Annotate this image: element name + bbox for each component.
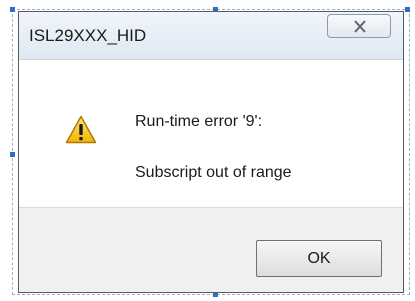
selection-handle-top-right[interactable] xyxy=(405,7,410,12)
ok-button[interactable]: OK xyxy=(256,240,382,277)
error-dialog: ISL29XXX_HID Run-time error '9': Subscri… xyxy=(18,11,404,293)
title-bar[interactable]: ISL29XXX_HID xyxy=(19,12,403,60)
selection-handle-middle-left[interactable] xyxy=(10,152,15,157)
window-title: ISL29XXX_HID xyxy=(29,26,147,45)
button-bar: OK xyxy=(19,207,403,292)
close-icon xyxy=(354,20,366,33)
selection-handle-top-left[interactable] xyxy=(10,7,15,12)
error-title-text: Run-time error '9': xyxy=(135,113,263,130)
warning-icon xyxy=(65,115,97,144)
error-detail-text: Subscript out of range xyxy=(135,164,292,181)
close-button[interactable] xyxy=(327,14,391,38)
message-area: Run-time error '9': Subscript out of ran… xyxy=(19,60,403,207)
